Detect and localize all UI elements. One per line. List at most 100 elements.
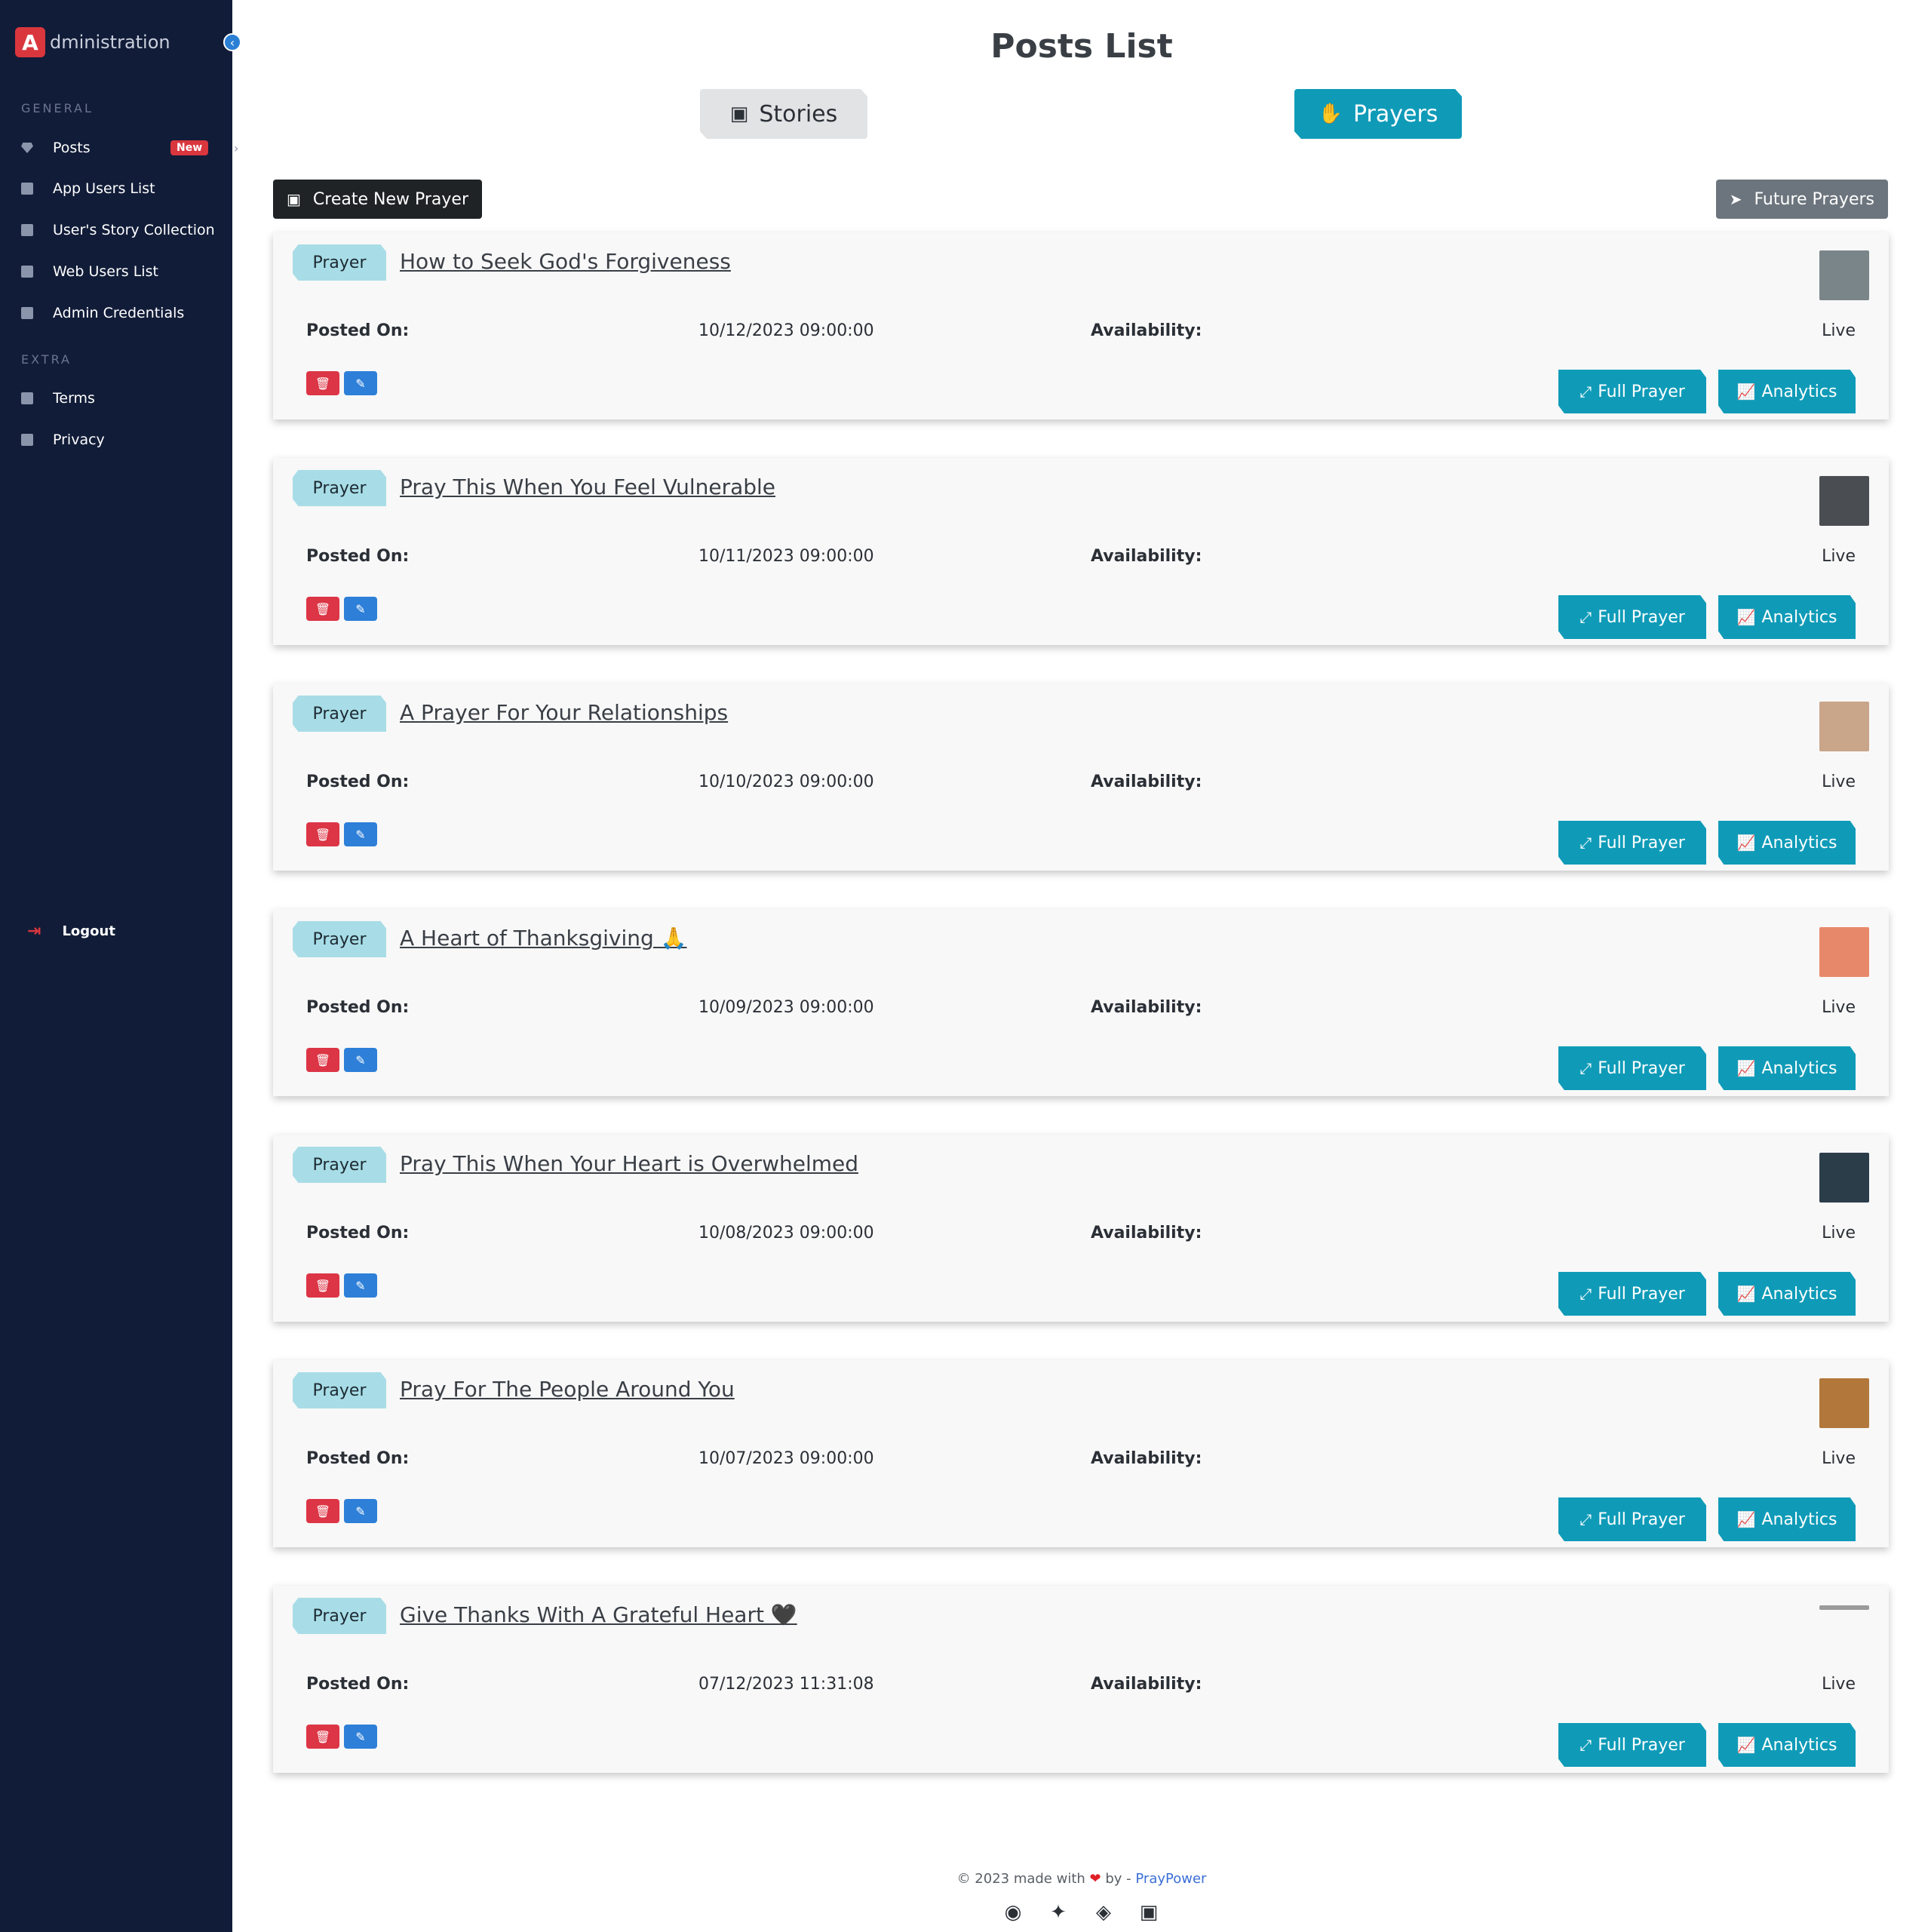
post-title-link[interactable]: Pray This When You Feel Vulnerable: [400, 475, 775, 499]
brand[interactable]: A dministration: [15, 27, 170, 57]
full-prayer-button[interactable]: ⤢ Full Prayer: [1558, 1723, 1706, 1767]
github-icon[interactable]: ◉: [1002, 1901, 1024, 1924]
full-prayer-label: Full Prayer: [1598, 833, 1685, 852]
logout-icon: ⇥: [27, 922, 41, 941]
availability-value: Live: [1822, 321, 1856, 340]
chart-line-icon: 📈: [1736, 382, 1756, 401]
edit-icon: ✎: [355, 1729, 366, 1744]
post-thumbnail: [1819, 1153, 1869, 1203]
posted-on-value: 10/07/2023 09:00:00: [698, 1449, 874, 1468]
post-type-tag: Prayer: [293, 470, 386, 506]
analytics-button[interactable]: 📈 Analytics: [1718, 821, 1856, 865]
availability-value: Live: [1822, 547, 1856, 566]
analytics-button[interactable]: 📈 Analytics: [1718, 1272, 1856, 1316]
post-title-link[interactable]: A Prayer For Your Relationships: [400, 700, 728, 725]
analytics-button[interactable]: 📈 Analytics: [1718, 595, 1856, 639]
edit-button[interactable]: ✎: [344, 822, 377, 846]
full-prayer-button[interactable]: ⤢ Full Prayer: [1558, 821, 1706, 865]
full-prayer-button[interactable]: ⤢ Full Prayer: [1558, 595, 1706, 639]
edit-button[interactable]: ✎: [344, 597, 377, 621]
edit-button[interactable]: ✎: [344, 1499, 377, 1523]
edit-button[interactable]: ✎: [344, 1725, 377, 1749]
edit-button[interactable]: ✎: [344, 371, 377, 395]
logout-button[interactable]: ⇥ Logout: [27, 922, 115, 941]
sidebar-item-terms[interactable]: Terms: [21, 383, 225, 413]
section-title-general: GENERAL: [21, 101, 94, 115]
post-title-link[interactable]: Give Thanks With A Grateful Heart 🖤: [400, 1602, 797, 1627]
post-card: Prayer Give Thanks With A Grateful Heart…: [273, 1586, 1889, 1773]
availability-label: Availability:: [1091, 1224, 1202, 1242]
sidebar-item-posts[interactable]: Posts New ›: [21, 133, 238, 163]
chart-line-icon: 📈: [1736, 608, 1756, 626]
availability-label: Availability:: [1091, 1449, 1202, 1468]
future-prayers-button[interactable]: ➤ Future Prayers: [1715, 180, 1888, 219]
delete-button[interactable]: 🗑: [306, 1725, 339, 1749]
edit-icon: ✎: [355, 376, 366, 391]
sidebar-item-story-collection[interactable]: User's Story Collection: [21, 215, 225, 245]
tab-prayers[interactable]: ✋ Prayers: [1294, 89, 1462, 139]
delete-button[interactable]: 🗑: [306, 371, 339, 395]
page-icon: [21, 434, 33, 446]
delete-button[interactable]: 🗑: [306, 1048, 339, 1072]
analytics-button[interactable]: 📈 Analytics: [1718, 370, 1856, 413]
chart-line-icon: 📈: [1736, 1510, 1756, 1528]
brand-logo: A: [15, 27, 45, 57]
post-type-tag: Prayer: [293, 1372, 386, 1408]
box-icon: ▣: [287, 190, 301, 208]
post-card: Prayer A Prayer For Your Relationships P…: [273, 683, 1889, 871]
sidebar-item-web-users[interactable]: Web Users List: [21, 256, 225, 287]
create-new-prayer-button[interactable]: ▣ Create New Prayer: [273, 180, 482, 219]
sidebar-item-label: Privacy: [53, 432, 105, 448]
page-icon: [21, 307, 33, 319]
availability-label: Availability:: [1091, 772, 1202, 791]
delete-button[interactable]: 🗑: [306, 1499, 339, 1523]
edit-button[interactable]: ✎: [344, 1273, 377, 1298]
tab-stories[interactable]: ▣ Stories: [700, 89, 867, 139]
expand-icon: ⤢: [1579, 1285, 1592, 1303]
trash-icon: 🗑: [315, 1729, 331, 1744]
delete-button[interactable]: 🗑: [306, 597, 339, 621]
edit-button[interactable]: ✎: [344, 1048, 377, 1072]
delete-button[interactable]: 🗑: [306, 822, 339, 846]
posted-on-label: Posted On:: [306, 547, 410, 566]
posted-on-label: Posted On:: [306, 1675, 410, 1694]
delete-button[interactable]: 🗑: [306, 1273, 339, 1298]
post-type-tag: Prayer: [293, 244, 386, 281]
sidebar-item-label: User's Story Collection: [53, 222, 215, 238]
post-card: Prayer Pray For The People Around You Po…: [273, 1360, 1889, 1547]
post-title-link[interactable]: Pray For The People Around You: [400, 1377, 735, 1402]
posted-on-value: 10/12/2023 09:00:00: [698, 321, 874, 340]
linkedin-icon[interactable]: ▣: [1137, 1901, 1160, 1924]
codepen-icon[interactable]: ◈: [1092, 1901, 1115, 1924]
edit-icon: ✎: [355, 1278, 366, 1293]
praypower-link[interactable]: PrayPower: [1135, 1871, 1206, 1887]
post-title-link[interactable]: A Heart of Thanksgiving 🙏: [400, 926, 687, 951]
chart-line-icon: 📈: [1736, 1059, 1756, 1077]
sidebar-item-admin-credentials[interactable]: Admin Credentials: [21, 298, 225, 328]
expand-icon: ⤢: [1579, 834, 1592, 852]
analytics-button[interactable]: 📈 Analytics: [1718, 1723, 1856, 1767]
edit-icon: ✎: [355, 601, 366, 616]
availability-value: Live: [1822, 1224, 1856, 1242]
full-prayer-button[interactable]: ⤢ Full Prayer: [1558, 1497, 1706, 1541]
post-card: Prayer How to Seek God's Forgiveness Pos…: [273, 232, 1889, 419]
post-title-link[interactable]: How to Seek God's Forgiveness: [400, 249, 731, 274]
brand-text: dministration: [50, 32, 170, 53]
chevron-right-icon: ›: [234, 140, 239, 155]
twitter-icon[interactable]: ✦: [1047, 1901, 1070, 1924]
availability-value: Live: [1822, 772, 1856, 791]
send-icon: ➤: [1729, 190, 1742, 208]
trash-icon: 🗑: [315, 376, 331, 391]
analytics-button[interactable]: 📈 Analytics: [1718, 1497, 1856, 1541]
sidebar-item-app-users[interactable]: App Users List: [21, 174, 225, 204]
analytics-button[interactable]: 📈 Analytics: [1718, 1046, 1856, 1090]
sidebar-item-label: Terms: [53, 390, 95, 407]
full-prayer-button[interactable]: ⤢ Full Prayer: [1558, 1272, 1706, 1316]
full-prayer-button[interactable]: ⤢ Full Prayer: [1558, 1046, 1706, 1090]
sidebar-item-privacy[interactable]: Privacy: [21, 425, 225, 455]
post-title-link[interactable]: Pray This When Your Heart is Overwhelmed: [400, 1151, 858, 1176]
analytics-label: Analytics: [1761, 833, 1837, 852]
edit-icon: ✎: [355, 827, 366, 842]
full-prayer-label: Full Prayer: [1598, 1735, 1685, 1755]
full-prayer-button[interactable]: ⤢ Full Prayer: [1558, 370, 1706, 413]
